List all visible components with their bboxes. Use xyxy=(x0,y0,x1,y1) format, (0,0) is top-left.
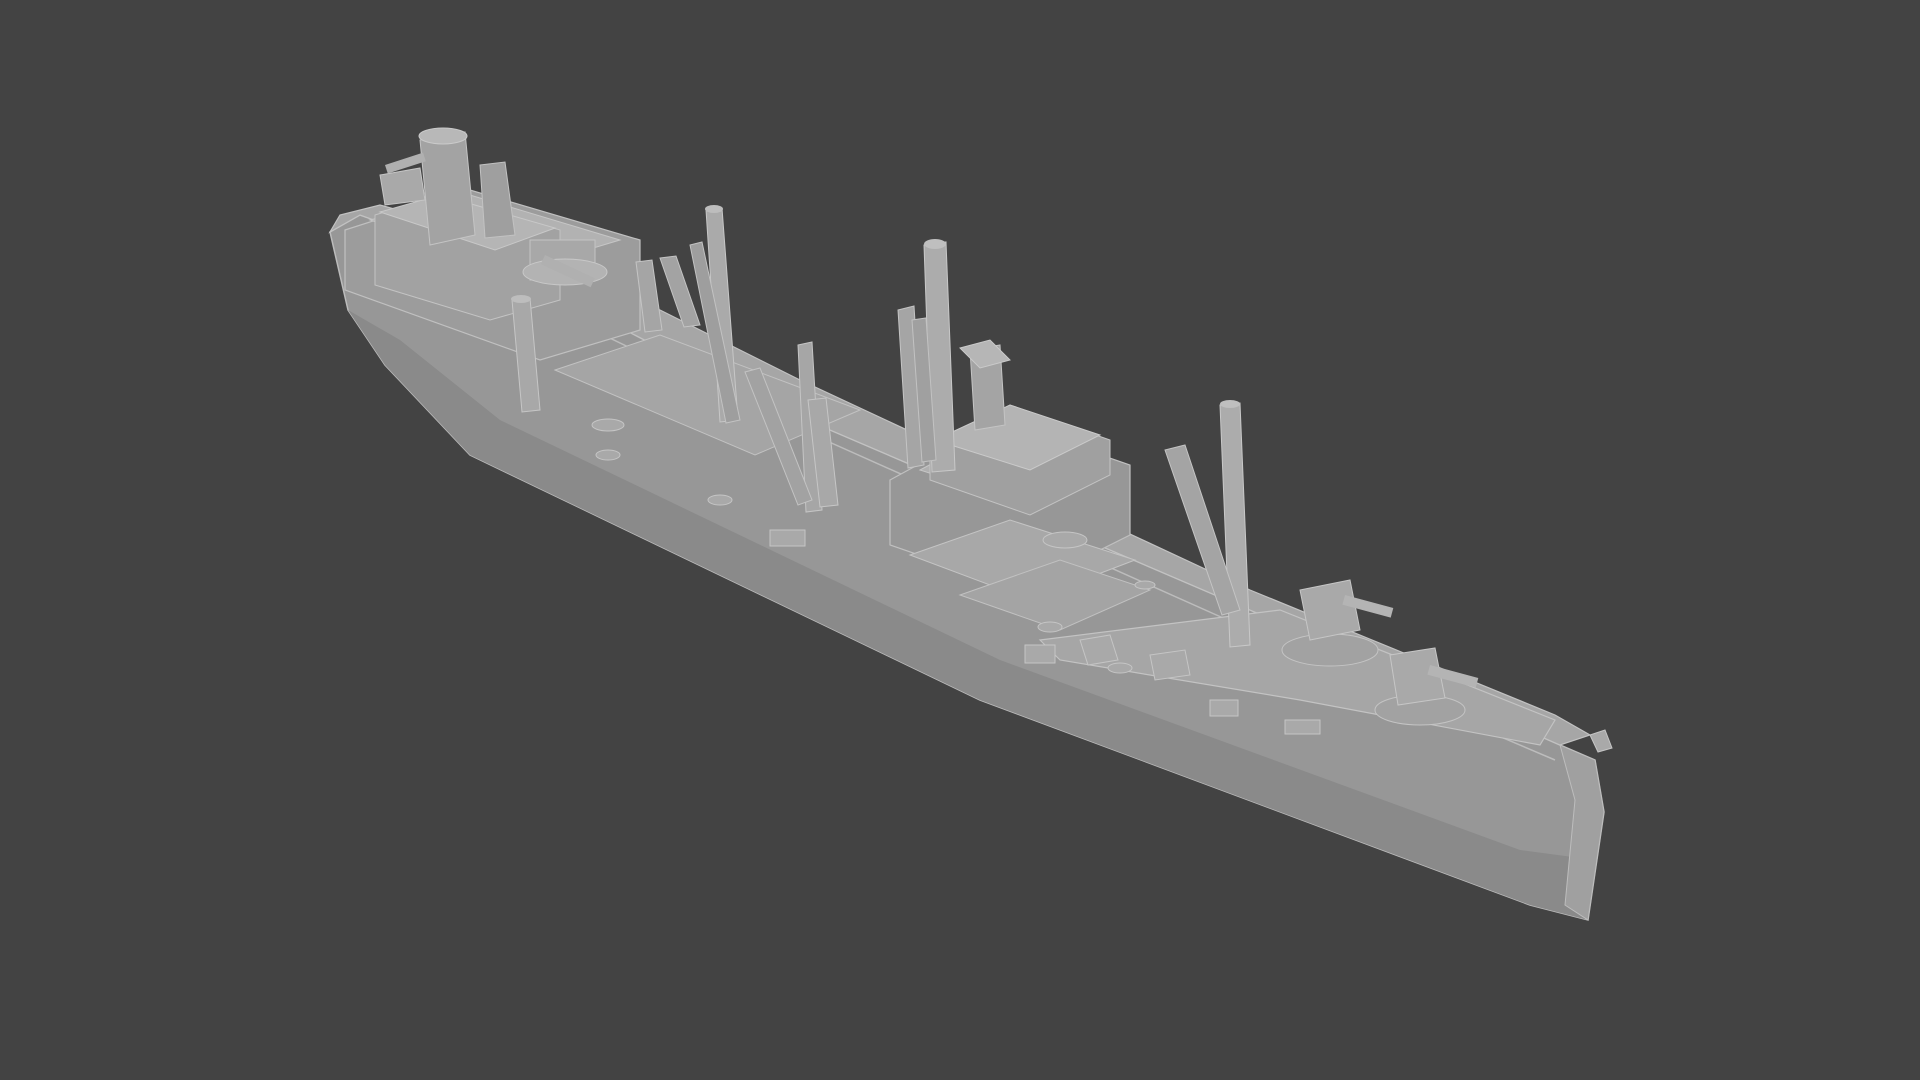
aft-tower-top xyxy=(418,127,468,145)
bridge-tower-cap xyxy=(959,339,1011,369)
aft-tower-2 xyxy=(479,161,516,239)
aft-gun-mount xyxy=(379,167,426,206)
ship-model[interactable] xyxy=(328,127,1613,921)
viewport-canvas[interactable] xyxy=(0,0,1920,1080)
3d-viewport[interactable] xyxy=(0,0,1920,1080)
aft-tower xyxy=(419,131,476,246)
